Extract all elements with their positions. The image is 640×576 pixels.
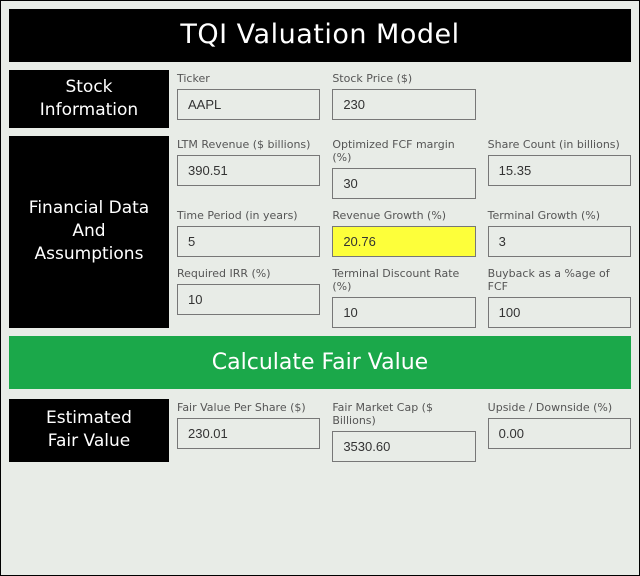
field-terminal-growth: Terminal Growth (%) <box>488 209 631 257</box>
input-fcf-margin[interactable] <box>332 168 475 199</box>
label-required-irr: Required IRR (%) <box>177 267 320 280</box>
label-stock-price: Stock Price ($) <box>332 72 475 85</box>
output-fv-per-share <box>177 418 320 449</box>
calculate-button[interactable]: Calculate Fair Value <box>9 336 631 389</box>
label-share-count: Share Count (in billions) <box>488 138 631 151</box>
section-heading-stock-info: StockInformation <box>9 70 169 128</box>
label-fv-per-share: Fair Value Per Share ($) <box>177 401 320 414</box>
field-time-period: Time Period (in years) <box>177 209 320 257</box>
section-stock-information: StockInformation Ticker Stock Price ($) <box>9 70 631 128</box>
input-stock-price[interactable] <box>332 89 475 120</box>
label-terminal-discount: Terminal Discount Rate (%) <box>332 267 475 293</box>
section-fair-value: EstimatedFair Value Fair Value Per Share… <box>9 399 631 462</box>
valuation-model-page: TQI Valuation Model StockInformation Tic… <box>0 0 640 576</box>
section-heading-fair-value: EstimatedFair Value <box>9 399 169 462</box>
input-terminal-growth[interactable] <box>488 226 631 257</box>
output-upside <box>488 418 631 449</box>
field-fcf-margin: Optimized FCF margin (%) <box>332 138 475 199</box>
field-terminal-discount: Terminal Discount Rate (%) <box>332 267 475 328</box>
label-ticker: Ticker <box>177 72 320 85</box>
section-financial-data: Financial DataAndAssumptions LTM Revenue… <box>9 136 631 328</box>
output-fv-market-cap <box>332 431 475 462</box>
field-required-irr: Required IRR (%) <box>177 267 320 328</box>
field-fv-per-share: Fair Value Per Share ($) <box>177 401 320 462</box>
page-title: TQI Valuation Model <box>9 9 631 62</box>
label-fv-market-cap: Fair Market Cap ($ Billions) <box>332 401 475 427</box>
label-ltm-revenue: LTM Revenue ($ billions) <box>177 138 320 151</box>
input-terminal-discount[interactable] <box>332 297 475 328</box>
input-rev-growth[interactable] <box>332 226 475 257</box>
field-ticker: Ticker <box>177 72 320 120</box>
input-ltm-revenue[interactable] <box>177 155 320 186</box>
input-share-count[interactable] <box>488 155 631 186</box>
label-terminal-growth: Terminal Growth (%) <box>488 209 631 222</box>
input-buyback-pct[interactable] <box>488 297 631 328</box>
label-time-period: Time Period (in years) <box>177 209 320 222</box>
label-fcf-margin: Optimized FCF margin (%) <box>332 138 475 164</box>
field-ltm-revenue: LTM Revenue ($ billions) <box>177 138 320 199</box>
label-upside: Upside / Downside (%) <box>488 401 631 414</box>
field-rev-growth: Revenue Growth (%) <box>332 209 475 257</box>
field-share-count: Share Count (in billions) <box>488 138 631 199</box>
field-fv-market-cap: Fair Market Cap ($ Billions) <box>332 401 475 462</box>
field-buyback-pct: Buyback as a %age of FCF <box>488 267 631 328</box>
input-required-irr[interactable] <box>177 284 320 315</box>
field-upside: Upside / Downside (%) <box>488 401 631 462</box>
field-stock-price: Stock Price ($) <box>332 72 475 120</box>
label-rev-growth: Revenue Growth (%) <box>332 209 475 222</box>
section-heading-financial-data: Financial DataAndAssumptions <box>9 136 169 328</box>
input-time-period[interactable] <box>177 226 320 257</box>
label-buyback-pct: Buyback as a %age of FCF <box>488 267 631 293</box>
input-ticker[interactable] <box>177 89 320 120</box>
